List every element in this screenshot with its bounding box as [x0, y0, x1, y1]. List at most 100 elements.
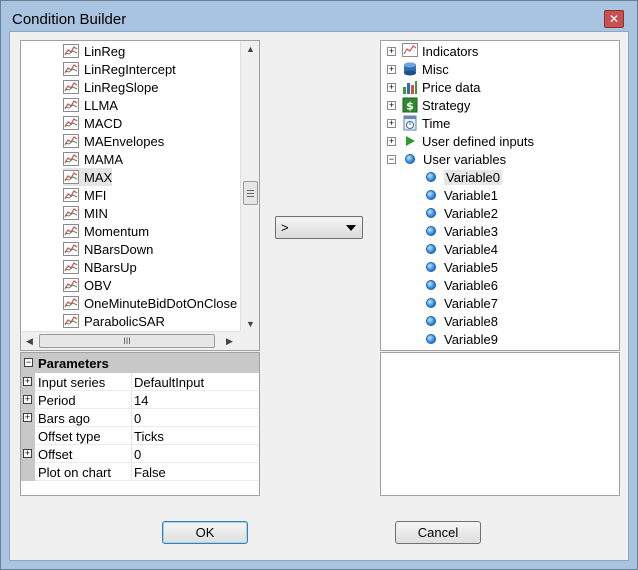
tree-group-item[interactable]: + $ Strategy: [387, 96, 470, 114]
tree-group-label: Misc: [422, 61, 449, 77]
expand-icon[interactable]: +: [387, 118, 396, 128]
tree-variable-label: Variable9: [444, 331, 498, 347]
tree-variable-item[interactable]: Variable1: [426, 186, 498, 204]
tree-variable-item[interactable]: Variable9: [426, 330, 498, 348]
tree-variable-label: Variable5: [444, 259, 498, 275]
expand-icon[interactable]: +: [387, 46, 396, 56]
collapse-icon[interactable]: −: [387, 154, 396, 164]
parameter-row[interactable]: Offset type Ticks: [21, 427, 259, 445]
function-list-items: LinReg LinRegIntercept LinRegSlope LLMA MACD…: [21, 41, 241, 333]
parameters-header[interactable]: − Parameters: [21, 353, 259, 373]
parameter-value[interactable]: DefaultInput: [131, 373, 259, 391]
indicator-chart-icon: [63, 62, 79, 76]
function-item-label: OBV: [84, 277, 112, 293]
scrollbar-corner: [240, 331, 259, 350]
parameter-row[interactable]: + Bars ago 0: [21, 409, 259, 427]
scroll-right-icon[interactable]: ▶: [221, 332, 238, 350]
function-item[interactable]: OneMinuteBidDotOnClose: [63, 294, 237, 312]
expand-icon[interactable]: +: [387, 64, 396, 74]
parameter-value[interactable]: 14: [131, 391, 259, 409]
indicator-chart-icon: [63, 170, 79, 184]
function-item[interactable]: LinRegIntercept: [63, 60, 176, 78]
indicator-chart-icon: [63, 206, 79, 220]
function-item[interactable]: ParabolicSAR: [63, 312, 165, 330]
function-item[interactable]: MFI: [63, 186, 106, 204]
parameter-gutter: +: [21, 391, 35, 409]
function-item[interactable]: NBarsDown: [63, 240, 153, 258]
close-button[interactable]: ✕: [604, 10, 624, 28]
tree-variable-item[interactable]: Variable3: [426, 222, 498, 240]
function-item-label: LLMA: [84, 97, 118, 113]
parameter-row[interactable]: + Period 14: [21, 391, 259, 409]
function-list-hscrollbar[interactable]: ◀ III ▶: [21, 331, 241, 350]
tree-group-item[interactable]: + Time: [387, 114, 450, 132]
tree-variable-item[interactable]: Variable5: [426, 258, 498, 276]
parameter-row[interactable]: + Input series DefaultInput: [21, 373, 259, 391]
tree-variable-item[interactable]: Variable8: [426, 312, 498, 330]
indicator-chart-icon: [63, 278, 79, 292]
scroll-left-icon[interactable]: ◀: [21, 332, 38, 350]
function-list-vscrollbar[interactable]: ▲ ▼: [240, 41, 259, 333]
tree-variable-item[interactable]: Variable7: [426, 294, 498, 312]
scroll-up-icon[interactable]: ▲: [241, 41, 259, 58]
function-item[interactable]: Momentum: [63, 222, 149, 240]
expand-icon[interactable]: +: [387, 82, 396, 92]
expand-icon[interactable]: +: [23, 395, 32, 404]
parameter-row[interactable]: + Offset 0: [21, 445, 259, 463]
function-item[interactable]: LLMA: [63, 96, 118, 114]
parameter-value[interactable]: False: [131, 463, 259, 481]
function-item-label: MAEnvelopes: [84, 133, 165, 149]
parameter-value[interactable]: Ticks: [131, 427, 259, 445]
parameter-name: Period: [38, 393, 76, 408]
tree-variable-item[interactable]: Variable6: [426, 276, 498, 294]
parameter-value[interactable]: 0: [131, 445, 259, 463]
function-item[interactable]: LinReg: [63, 42, 125, 60]
tree-group-item[interactable]: + Indicators: [387, 42, 478, 60]
variable-icon: [426, 262, 436, 272]
indicator-chart-icon: [63, 98, 79, 112]
variable-icon: [426, 280, 436, 290]
function-item-label: Momentum: [84, 223, 150, 239]
function-item[interactable]: LinRegSlope: [63, 78, 158, 96]
hscroll-grip-icon: III: [123, 336, 131, 346]
parameter-value[interactable]: 0: [131, 409, 259, 427]
tree-variable-item[interactable]: Variable2: [426, 204, 498, 222]
condition-operator-select[interactable]: >: [275, 216, 363, 239]
parameters-grid: − Parameters + Input series DefaultInput + P…: [20, 352, 260, 496]
tree-group-label: User defined inputs: [422, 133, 535, 149]
function-item[interactable]: OBV: [63, 276, 111, 294]
function-item-label: ParabolicSAR: [84, 313, 165, 329]
collapse-icon[interactable]: −: [24, 358, 33, 367]
function-item[interactable]: NBarsUp: [63, 258, 137, 276]
function-item-label: MFI: [84, 187, 107, 203]
svg-text:$: $: [406, 100, 414, 113]
tree-group-item[interactable]: − User variables: [387, 150, 506, 168]
tree-group-item[interactable]: + Misc: [387, 60, 449, 78]
function-item[interactable]: MIN: [63, 204, 108, 222]
function-item[interactable]: MAX: [63, 168, 113, 186]
tree-variable-item[interactable]: Variable0: [426, 168, 502, 186]
expand-icon[interactable]: +: [387, 100, 396, 110]
vscroll-thumb[interactable]: [243, 181, 258, 205]
tree-group-item[interactable]: + User defined inputs: [387, 132, 534, 150]
ok-button[interactable]: OK: [162, 521, 248, 544]
indicator-chart-icon: [63, 152, 79, 166]
expand-icon[interactable]: +: [23, 377, 32, 386]
function-item[interactable]: MACD: [63, 114, 122, 132]
condition-operator-value: >: [281, 220, 289, 235]
function-item[interactable]: MAEnvelopes: [63, 132, 164, 150]
tree-variable-item[interactable]: Variable4: [426, 240, 498, 258]
tree-group-label: Price data: [422, 79, 481, 95]
tree-group-item[interactable]: + Price data: [387, 78, 481, 96]
hscroll-thumb[interactable]: III: [39, 334, 215, 348]
parameter-name: Offset: [38, 447, 73, 462]
function-item[interactable]: MAMA: [63, 150, 123, 168]
variable-icon: [426, 226, 436, 236]
cancel-button[interactable]: Cancel: [395, 521, 481, 544]
function-item-label: LinRegIntercept: [84, 61, 176, 77]
expand-icon[interactable]: +: [387, 136, 396, 146]
parameter-row[interactable]: Plot on chart False: [21, 463, 259, 481]
expand-icon[interactable]: +: [23, 413, 32, 422]
expand-icon[interactable]: +: [23, 449, 32, 458]
parameters-title: Parameters: [38, 356, 109, 371]
